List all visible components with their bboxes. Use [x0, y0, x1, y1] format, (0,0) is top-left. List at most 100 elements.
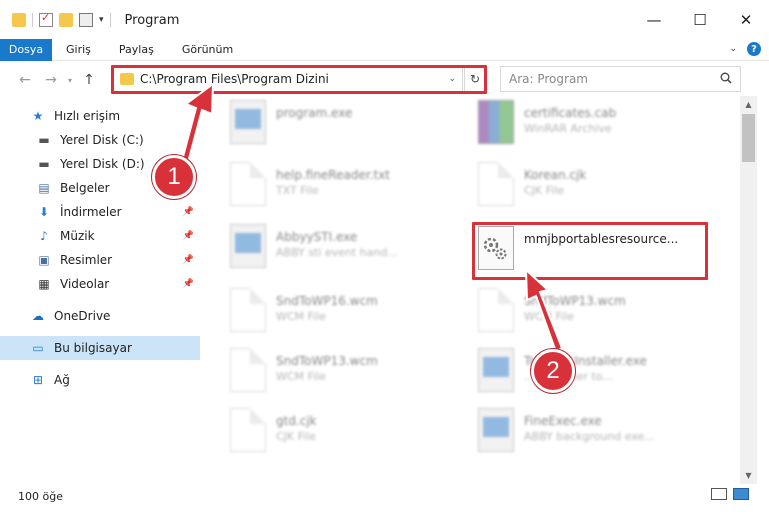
file-type: ABBY sti event hand... [276, 246, 398, 259]
back-arrow-icon[interactable]: ← [12, 72, 38, 88]
file-type: WCM File [524, 310, 574, 323]
file-type: WinRAR Archive [524, 122, 612, 135]
sidebar-item-label: Ağ [54, 373, 70, 387]
forward-arrow-icon[interactable]: → [38, 72, 64, 88]
document-icon [230, 162, 266, 206]
sidebar-item-label: OneDrive [54, 309, 111, 323]
file-item[interactable]: SndToWP16.wcm WCM File [230, 288, 470, 338]
file-name: SndToWP13.wcm [276, 354, 378, 368]
folder-icon[interactable] [12, 13, 26, 27]
music-icon: ♪ [40, 229, 48, 243]
sidebar-item-quick-access[interactable]: ★ Hızlı erişim [0, 104, 200, 128]
close-button[interactable]: ✕ [723, 0, 769, 40]
file-name: gtd.cjk [276, 414, 317, 428]
archive-icon [478, 100, 514, 144]
expand-ribbon-chevron-icon[interactable]: ⌄ [729, 44, 737, 54]
divider [109, 13, 111, 27]
quick-access-toolbar: ▾ Program [0, 11, 180, 28]
window-controls: — ☐ ✕ [631, 0, 769, 40]
title-bar: ▾ Program — ☐ ✕ [0, 0, 769, 40]
sidebar-item-onedrive[interactable]: ☁ OneDrive [0, 304, 200, 328]
file-item[interactable]: AbbyySTI.exe ABBY sti event hand... [230, 224, 470, 274]
tab-share[interactable]: Paylaş [105, 39, 168, 61]
file-item[interactable]: help.fineReader.txt TXT File [230, 162, 470, 212]
network-icon: ⊞ [32, 373, 44, 387]
file-type: WCM File [276, 310, 326, 323]
sidebar-item-videos[interactable]: ▦ Videolar 📌 [0, 272, 200, 296]
search-input[interactable]: Ara: Program [500, 66, 741, 92]
star-icon: ★ [32, 109, 44, 123]
file-item[interactable]: FineExec.exe ABBY background exe... [478, 408, 718, 458]
file-name: SndToWP13.wcm [524, 294, 626, 308]
new-folder-icon[interactable] [59, 13, 73, 27]
file-item[interactable]: program.exe [230, 100, 470, 150]
vertical-scrollbar[interactable]: ▲ ▼ [740, 96, 757, 484]
drive-icon: ▬ [38, 133, 50, 147]
view-toggle [711, 488, 749, 500]
exe-icon [478, 348, 514, 392]
sidebar-item-local-disk-c[interactable]: ▬ Yerel Disk (C:) [0, 128, 200, 152]
ribbon-right-controls: ⌄ ? [729, 42, 761, 56]
up-arrow-icon[interactable]: ↑ [76, 72, 102, 88]
file-name: FineExec.exe [524, 414, 602, 428]
exe-icon [230, 224, 266, 268]
file-item[interactable]: SndToWP13.wcm WCM File [478, 288, 718, 338]
properties-check-icon[interactable] [39, 11, 53, 27]
tiles-view-icon[interactable] [733, 488, 749, 500]
sidebar-item-downloads[interactable]: ⬇ İndirmeler 📌 [0, 200, 200, 224]
exe-icon [230, 100, 266, 144]
file-type: WCM File [276, 370, 326, 383]
document-icon [478, 288, 514, 332]
sidebar-item-label: Yerel Disk (C:) [60, 133, 144, 147]
tab-home[interactable]: Giriş [52, 39, 105, 61]
pictures-icon: ▣ [38, 253, 50, 267]
sidebar-item-network[interactable]: ⊞ Ağ [0, 368, 200, 392]
file-name: AbbyySTI.exe [276, 230, 358, 244]
sidebar-item-label: İndirmeler [60, 205, 122, 219]
scroll-up-arrow-icon[interactable]: ▲ [740, 96, 757, 113]
document-icon [230, 408, 266, 452]
scroll-thumb[interactable] [742, 114, 755, 162]
file-item[interactable]: Tr...mmsInstaller.exe...owsender to... [478, 348, 718, 398]
pin-icon[interactable]: 📌 [183, 255, 194, 265]
file-item[interactable]: SndToWP13.wcm WCM File [230, 348, 470, 398]
document-icon [478, 162, 514, 206]
exe-icon [478, 408, 514, 452]
search-placeholder: Ara: Program [509, 72, 588, 86]
sidebar-item-music[interactable]: ♪ Müzik 📌 [0, 224, 200, 248]
maximize-button[interactable]: ☐ [677, 0, 723, 40]
file-name: certificates.cab [524, 106, 617, 120]
step-badge-2: 2 [531, 349, 575, 393]
sidebar-item-this-pc[interactable]: ▭ Bu bilgisayar [0, 336, 200, 360]
file-item[interactable]: certificates.cab WinRAR Archive [478, 100, 718, 150]
sidebar-item-label: Videolar [60, 277, 110, 291]
scroll-down-arrow-icon[interactable]: ▼ [740, 467, 757, 484]
tab-view[interactable]: Görünüm [168, 39, 247, 61]
pin-icon[interactable]: 📌 [183, 231, 194, 241]
ribbon-tabs: Dosya Giriş Paylaş Görünüm ⌄ ? [0, 38, 769, 61]
help-icon[interactable]: ? [747, 42, 761, 56]
tab-file[interactable]: Dosya [0, 38, 52, 61]
item-count: 100 öğe [18, 490, 63, 503]
recent-locations-chevron-icon[interactable]: ▾ [64, 76, 76, 85]
sidebar-item-label: Müzik [60, 229, 95, 243]
file-item[interactable]: Korean.cjk CJK File [478, 162, 718, 212]
details-view-icon[interactable] [711, 488, 727, 500]
documents-icon: ▤ [38, 181, 50, 195]
file-type: ABBY background exe... [524, 430, 655, 443]
window-title: Program [124, 12, 180, 28]
sidebar-item-label: Yerel Disk (D:) [60, 157, 145, 171]
file-name: program.exe [276, 106, 353, 120]
customize-toolbar-chevron-icon[interactable]: ▾ [99, 15, 104, 25]
file-item[interactable]: gtd.cjk CJK File [230, 408, 470, 458]
file-type: CJK File [524, 184, 565, 197]
pin-icon[interactable]: 📌 [183, 207, 194, 217]
properties-icon[interactable] [79, 13, 93, 27]
minimize-button[interactable]: — [631, 0, 677, 40]
sidebar-item-label: Resimler [60, 253, 113, 267]
pin-icon[interactable]: 📌 [183, 279, 194, 289]
drive-icon: ▬ [38, 157, 50, 171]
sidebar-item-pictures[interactable]: ▣ Resimler 📌 [0, 248, 200, 272]
computer-icon: ▭ [32, 341, 44, 355]
sidebar-item-label: Belgeler [60, 181, 110, 195]
